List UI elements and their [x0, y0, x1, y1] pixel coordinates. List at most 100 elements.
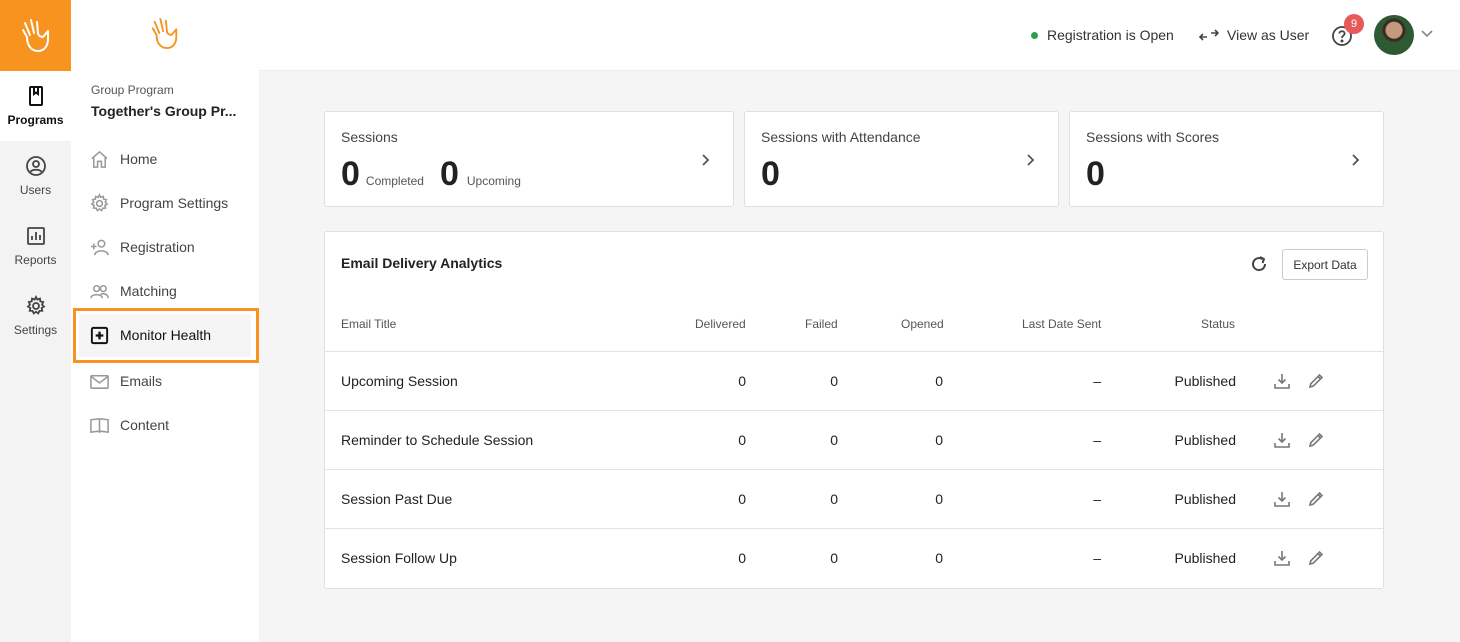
status-cell: Published: [1174, 373, 1237, 389]
email-analytics-panel: Email Delivery Analytics Export Data Ema…: [324, 231, 1384, 589]
sidebar-item-label: Registration: [120, 239, 195, 255]
home-icon: [91, 150, 108, 168]
column-header[interactable]: Last Date Sent: [1022, 317, 1101, 331]
program-name[interactable]: Together's Group Pr...: [91, 103, 236, 119]
refresh-icon[interactable]: [1249, 254, 1269, 274]
registration-status[interactable]: Registration is Open: [1031, 27, 1174, 43]
attendance-card[interactable]: Sessions with Attendance 0: [744, 111, 1059, 207]
chevron-right-icon: [702, 154, 710, 166]
sidebar-item-emails[interactable]: Emails: [87, 361, 249, 401]
status-dot-icon: [1031, 31, 1038, 39]
failed-cell: 0: [830, 550, 838, 566]
add-person-icon: [90, 239, 109, 255]
scores-count: 0: [1086, 155, 1105, 193]
view-as-user-button[interactable]: View as User: [1199, 27, 1309, 43]
medical-cross-icon: [90, 326, 109, 344]
email-title-cell: Reminder to Schedule Session: [341, 432, 534, 448]
hand-logo-icon: [21, 18, 49, 52]
sidebar-item-matching[interactable]: Matching: [87, 271, 249, 311]
column-header[interactable]: Email Title: [341, 317, 396, 331]
column-header[interactable]: Delivered: [695, 317, 746, 331]
email-title-cell: Session Past Due: [341, 491, 453, 507]
edit-pencil-icon[interactable]: [1307, 372, 1325, 390]
rail-item-settings[interactable]: Settings: [0, 281, 71, 351]
people-icon: [90, 284, 109, 298]
table-row: Upcoming Session 0 0 0 – Published: [325, 351, 1383, 410]
edit-pencil-icon[interactable]: [1307, 490, 1325, 508]
sidebar-item-program-settings[interactable]: Program Settings: [87, 183, 249, 223]
gear-icon: [90, 192, 109, 212]
rail-item-reports[interactable]: Reports: [0, 211, 71, 281]
hand-logo-icon: [151, 18, 178, 50]
table-row: Session Follow Up 0 0 0 – Published: [325, 528, 1383, 587]
last-sent-cell: –: [1093, 491, 1101, 507]
delivered-cell: 0: [738, 373, 746, 389]
download-icon[interactable]: [1273, 431, 1291, 449]
download-icon[interactable]: [1273, 490, 1291, 508]
top-header: Registration is Open View as User 9: [259, 0, 1460, 71]
app-rail: Programs Users Reports Settings: [0, 0, 71, 642]
edit-pencil-icon[interactable]: [1307, 431, 1325, 449]
failed-cell: 0: [830, 491, 838, 507]
rail-item-users[interactable]: Users: [0, 141, 71, 211]
chevron-right-icon: [1027, 154, 1035, 166]
sidebar-item-monitor-health[interactable]: Monitor Health: [87, 315, 249, 355]
email-title-cell: Upcoming Session: [341, 373, 458, 389]
status-cell: Published: [1174, 432, 1237, 448]
completed-count: 0: [341, 155, 360, 193]
notification-badge: 9: [1344, 14, 1364, 34]
rail-item-programs[interactable]: Programs: [0, 71, 71, 141]
avatar[interactable]: [1374, 15, 1414, 55]
chevron-right-icon: [1352, 154, 1360, 166]
scores-card[interactable]: Sessions with Scores 0: [1069, 111, 1384, 207]
delivered-cell: 0: [738, 550, 746, 566]
table-row: Reminder to Schedule Session 0 0 0 – Pub…: [325, 410, 1383, 469]
view-as-user-label: View as User: [1227, 27, 1310, 43]
card-title: Sessions with Attendance: [761, 129, 921, 145]
column-header[interactable]: Failed: [805, 317, 838, 331]
rail-label: Users: [19, 183, 52, 197]
book-icon: [28, 86, 43, 106]
export-data-button[interactable]: Export Data: [1282, 249, 1368, 280]
failed-cell: 0: [830, 373, 838, 389]
sidebar-item-label: Matching: [120, 283, 177, 299]
failed-cell: 0: [830, 432, 838, 448]
sidebar-item-content[interactable]: Content: [87, 405, 249, 445]
sidebar-item-label: Monitor Health: [120, 327, 212, 343]
column-header[interactable]: Status: [1201, 317, 1235, 331]
sidebar-item-registration[interactable]: Registration: [87, 227, 249, 267]
bar-chart-icon: [26, 227, 45, 245]
delivered-cell: 0: [738, 432, 746, 448]
user-circle-icon: [25, 156, 46, 176]
upcoming-count: 0: [439, 155, 459, 193]
program-type-label: Group Program: [91, 83, 174, 97]
chevron-down-icon[interactable]: [1421, 30, 1433, 38]
edit-pencil-icon[interactable]: [1307, 549, 1325, 567]
status-cell: Published: [1174, 550, 1237, 566]
opened-cell: 0: [935, 550, 943, 566]
download-icon[interactable]: [1273, 372, 1291, 390]
download-icon[interactable]: [1273, 549, 1291, 567]
panel-title: Email Delivery Analytics: [341, 255, 503, 271]
sidebar-item-label: Content: [120, 417, 170, 433]
table-row: Session Past Due 0 0 0 – Published: [325, 469, 1383, 528]
last-sent-cell: –: [1093, 550, 1101, 566]
delivered-cell: 0: [738, 491, 746, 507]
opened-cell: 0: [935, 432, 943, 448]
rail-label: Programs: [7, 113, 64, 127]
card-title: Sessions: [341, 129, 398, 145]
attendance-count: 0: [761, 155, 780, 193]
app-logo[interactable]: [0, 0, 71, 71]
envelope-icon: [90, 374, 109, 389]
gear-icon: [26, 295, 45, 315]
sessions-card[interactable]: Sessions 0 Completed 0 Upcoming: [324, 111, 734, 207]
sidebar-item-label: Emails: [120, 373, 163, 389]
rail-label: Reports: [14, 253, 57, 267]
opened-cell: 0: [935, 373, 943, 389]
completed-label: Completed: [365, 174, 424, 188]
opened-cell: 0: [935, 491, 943, 507]
status-cell: Published: [1174, 491, 1237, 507]
column-header[interactable]: Opened: [901, 317, 944, 331]
open-book-icon: [90, 417, 109, 433]
sidebar-item-home[interactable]: Home: [87, 139, 249, 179]
